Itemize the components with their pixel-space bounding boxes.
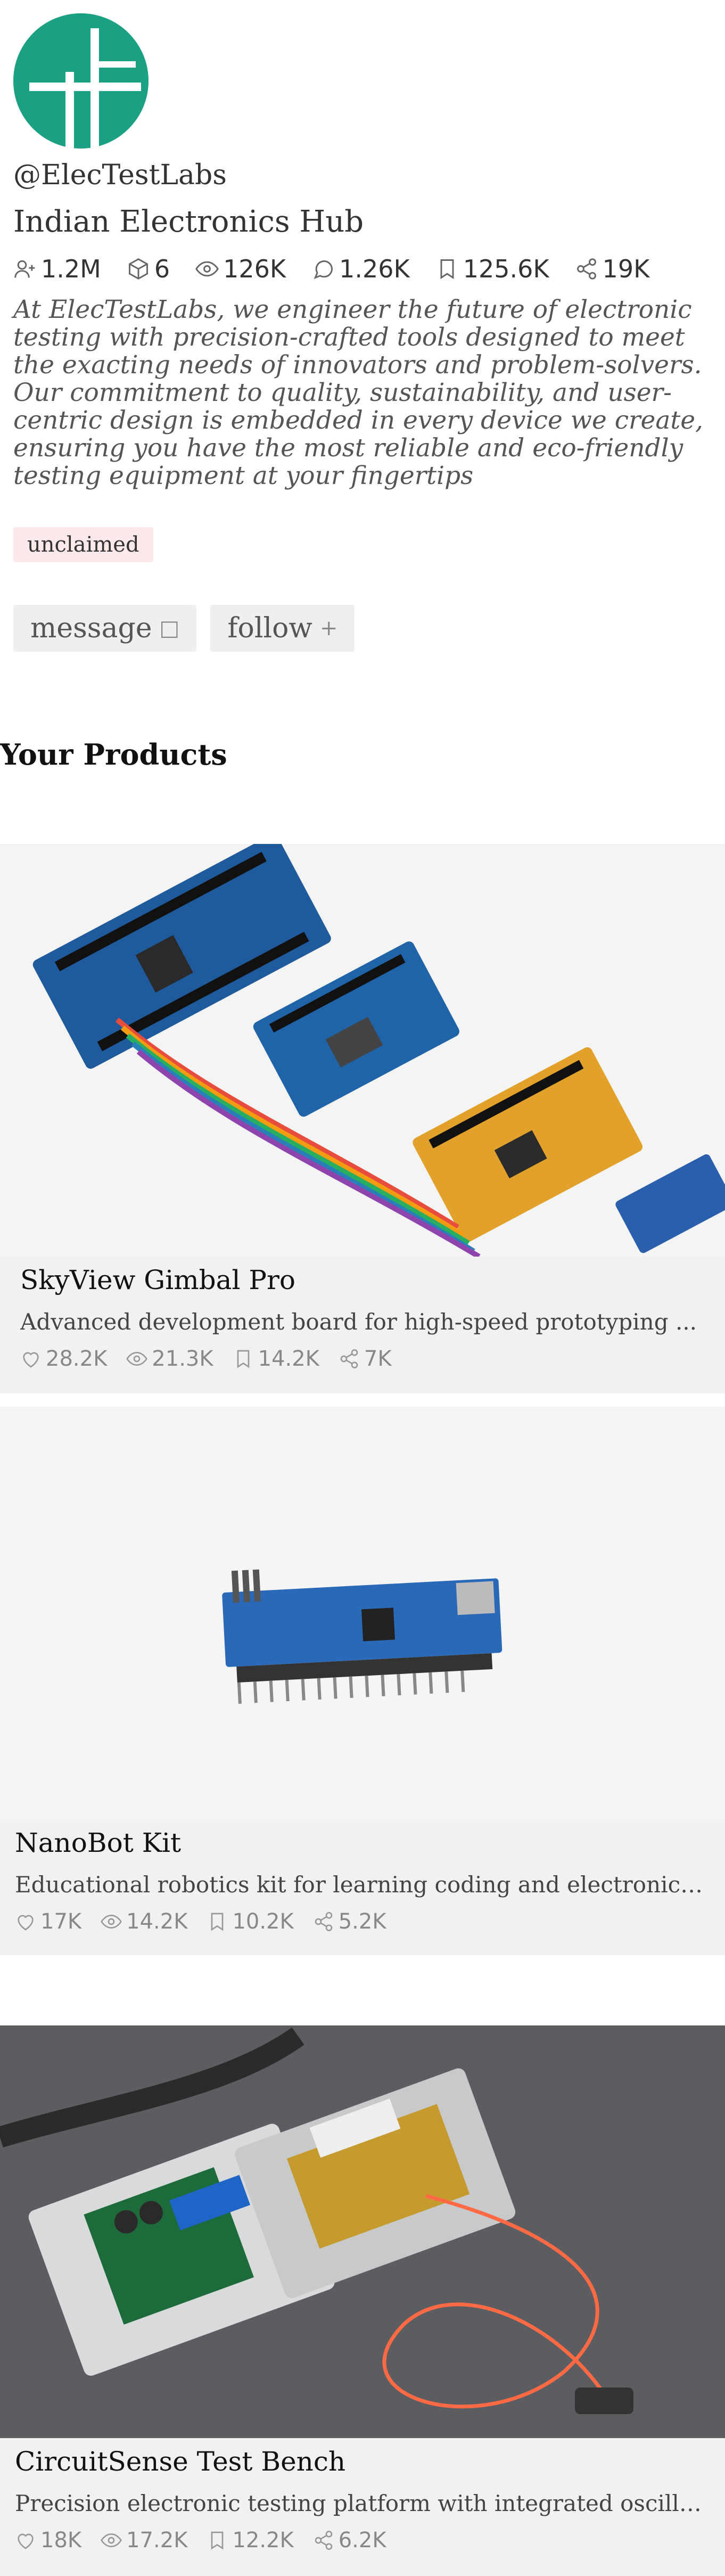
profile-stats: 1.2M 6 126K 1.26K 125.6K 19K [13, 255, 711, 283]
product-card-body: SkyView Gimbal Pro Advanced development … [0, 1257, 725, 1371]
product-desc: Advanced development board for high-spee… [20, 1308, 697, 1335]
metric-shares-value: 7K [364, 1346, 392, 1371]
profile-bio: At ElecTestLabs, we engineer the future … [13, 294, 703, 490]
stat-views-value: 126K [223, 254, 286, 283]
metric-shares-value: 5.2K [338, 1909, 386, 1934]
metric-shares[interactable]: 6.2K [313, 2528, 386, 2553]
metric-views-value: 17.2K [126, 2528, 188, 2553]
product-metrics: 18K 17.2K 12.2K 6.2K [15, 2528, 710, 2553]
product-photo-boards [0, 844, 725, 1257]
share-icon [315, 1912, 333, 1931]
stat-comments: 1.26K [311, 255, 410, 283]
product-image [0, 1407, 725, 1819]
metric-saves-value: 14.2K [258, 1346, 319, 1371]
metric-views: 21.3K [126, 1347, 213, 1371]
comment-icon [314, 260, 333, 279]
metric-views-value: 14.2K [126, 1909, 188, 1934]
stat-followers-value: 1.2M [41, 254, 101, 283]
metric-likes-value: 17K [40, 1909, 82, 1934]
metric-saves-value: 12.2K [232, 2528, 294, 2553]
metric-saves[interactable]: 14.2K [233, 1347, 319, 1371]
product-metrics: 17K 14.2K 10.2K 5.2K [15, 1909, 710, 1934]
metric-saves[interactable]: 12.2K [207, 2528, 294, 2553]
avatar[interactable] [13, 13, 149, 149]
product-card[interactable]: CircuitSense Test Bench Precision electr… [0, 2025, 725, 2576]
eye-icon [101, 1914, 122, 1929]
comment-icon: □ [159, 616, 180, 641]
product-card-body: NanoBot Kit Educational robotics kit for… [0, 1819, 725, 1934]
user-plus-icon [14, 260, 35, 278]
bookmark-icon [237, 1350, 249, 1368]
message-button-label: message [30, 612, 152, 644]
eye-icon [101, 2533, 122, 2547]
stat-views: 126K [195, 255, 286, 283]
plus-icon: + [319, 616, 338, 641]
eye-icon [195, 261, 219, 277]
stat-products: 6 [127, 255, 170, 283]
follow-button[interactable]: follow + [210, 604, 355, 652]
stat-saves: 125.6K [435, 255, 549, 283]
product-card[interactable]: SkyView Gimbal Pro Advanced development … [0, 844, 725, 1393]
share-icon [340, 1349, 358, 1368]
product-image [0, 2025, 725, 2438]
metric-likes[interactable]: 17K [15, 1909, 81, 1934]
metric-views: 17.2K [101, 2528, 187, 2553]
section-title: Your Products [0, 737, 227, 772]
metric-likes-value: 18K [40, 2528, 82, 2553]
bookmark-icon [211, 1913, 224, 1931]
stat-products-value: 6 [154, 254, 170, 283]
share-icon [315, 2530, 333, 2550]
metric-saves-value: 10.2K [232, 1909, 294, 1934]
product-name: CircuitSense Test Bench [15, 2446, 346, 2477]
heart-icon [23, 1352, 39, 1368]
profile-actions: message □ follow + [13, 604, 711, 652]
eye-icon [126, 1351, 148, 1366]
metric-shares[interactable]: 5.2K [313, 1909, 386, 1934]
metric-views-value: 21.3K [152, 1346, 213, 1371]
product-desc: Educational robotics kit for learning co… [15, 1871, 707, 1898]
stat-shares: 19K [575, 254, 650, 283]
metric-likes[interactable]: 28.2K [20, 1347, 107, 1371]
stat-followers: 1.2M [13, 255, 101, 283]
logo-cross-icon [29, 28, 141, 149]
product-name: NanoBot Kit [15, 1827, 182, 1858]
stat-comments-value: 1.26K [339, 254, 410, 283]
bookmark-icon [211, 2531, 224, 2549]
heart-icon [18, 2533, 34, 2549]
metric-likes-value: 28.2K [46, 1346, 108, 1371]
product-name: SkyView Gimbal Pro [20, 1265, 295, 1295]
profile-header: @ElecTestLabs Indian Electronics Hub 1.2… [13, 13, 711, 652]
product-image [0, 844, 725, 1257]
metric-shares-value: 6.2K [338, 2528, 386, 2553]
metric-views: 14.2K [101, 1909, 187, 1934]
stat-saves-value: 125.6K [463, 254, 549, 283]
stat-shares-value: 19K [602, 254, 650, 283]
bookmark-icon [440, 259, 454, 280]
product-card[interactable]: NanoBot Kit Educational robotics kit for… [0, 1407, 725, 1955]
metric-saves[interactable]: 10.2K [207, 1909, 294, 1934]
product-photo-nano [0, 1407, 725, 1819]
cube-icon [128, 258, 148, 280]
product-metrics: 28.2K 21.3K 14.2K 7K [20, 1347, 710, 1371]
product-card-body: CircuitSense Test Bench Precision electr… [0, 2438, 725, 2553]
product-desc: Precision electronic testing platform wi… [15, 2490, 707, 2516]
status-badge: unclaimed [13, 527, 153, 562]
profile-handle: @ElecTestLabs [13, 159, 227, 191]
heart-icon [18, 1915, 34, 1931]
share-icon [576, 258, 596, 280]
message-button[interactable]: message □ [13, 604, 197, 652]
profile-org-name: Indian Electronics Hub [13, 204, 364, 240]
metric-likes[interactable]: 18K [15, 2528, 81, 2553]
metric-shares[interactable]: 7K [339, 1347, 392, 1371]
follow-button-label: follow [227, 612, 312, 644]
product-photo-testbench [0, 2025, 725, 2438]
